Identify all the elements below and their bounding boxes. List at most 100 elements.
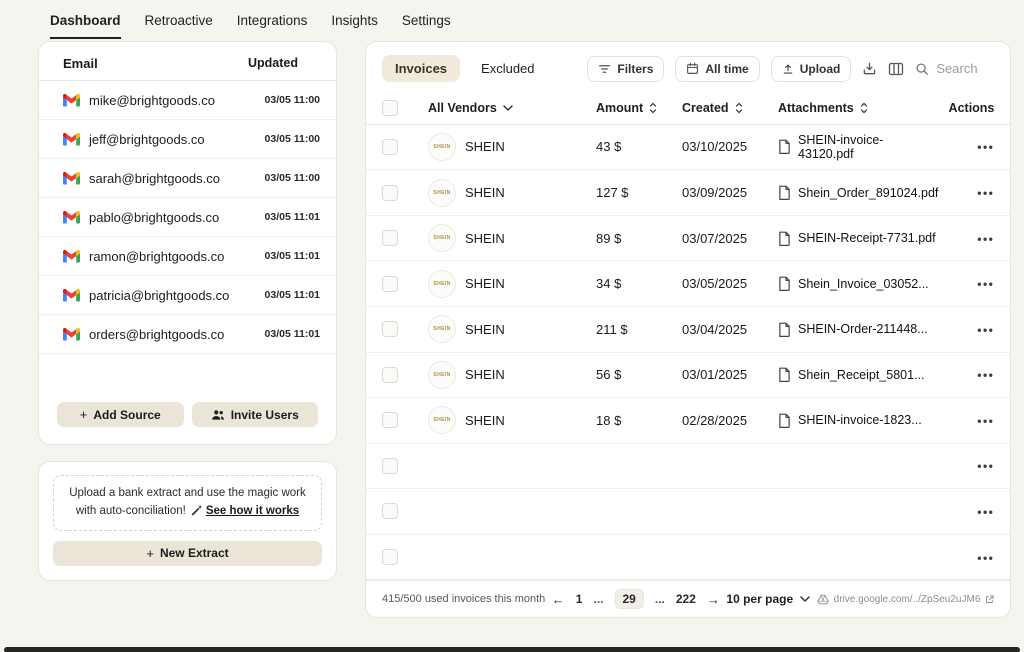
attachment-name[interactable]: Shein_Invoice_03052...: [798, 277, 929, 291]
row-actions-menu-icon[interactable]: •••: [977, 323, 994, 337]
chevron-down-icon: [800, 596, 810, 602]
header-amount[interactable]: Amount: [596, 101, 643, 115]
row-actions-menu-icon[interactable]: •••: [977, 368, 994, 382]
row-checkbox[interactable]: [382, 321, 398, 337]
new-extract-button[interactable]: + New Extract: [53, 541, 322, 566]
tab-excluded[interactable]: Excluded: [468, 55, 547, 82]
row-checkbox[interactable]: [382, 503, 398, 519]
vendor-name: SHEIN: [465, 185, 505, 200]
invoices-tabs: Invoices Excluded: [382, 55, 548, 82]
search-input[interactable]: [936, 61, 994, 76]
email-source-row[interactable]: sarah@brightgoods.co 03/05 11:00: [39, 159, 336, 198]
row-checkbox[interactable]: [382, 276, 398, 292]
invoice-row-empty[interactable]: •••: [366, 489, 1010, 535]
tab-retroactive[interactable]: Retroactive: [145, 13, 213, 39]
extract-upload-dropzone[interactable]: Upload a bank extract and use the magic …: [53, 475, 322, 531]
header-created[interactable]: Created: [682, 101, 729, 115]
row-actions-menu-icon[interactable]: •••: [977, 277, 994, 291]
next-page-arrow-icon[interactable]: →: [707, 592, 720, 607]
invoices-toolbar: Invoices Excluded Filters All time Uploa…: [366, 42, 1010, 92]
email-source-row[interactable]: mike@brightgoods.co 03/05 11:00: [39, 81, 336, 120]
email-source-row[interactable]: jeff@brightgoods.co 03/05 11:00: [39, 120, 336, 159]
row-checkbox[interactable]: [382, 139, 398, 155]
page-number[interactable]: 222: [676, 592, 696, 606]
header-vendors[interactable]: All Vendors: [428, 101, 497, 115]
import-tray-icon[interactable]: [862, 61, 877, 76]
source-updated: 03/05 11:01: [265, 211, 320, 223]
row-actions-menu-icon[interactable]: •••: [977, 232, 994, 246]
tab-dashboard[interactable]: Dashboard: [50, 13, 121, 39]
see-how-it-works-link[interactable]: See how it works: [206, 505, 299, 517]
invoice-row[interactable]: SHEINSHEIN 34 $ 03/05/2025 Shein_Invoice…: [366, 261, 1010, 307]
invoices-controls: Filters All time Upload: [587, 56, 994, 82]
invite-users-button[interactable]: Invite Users: [192, 402, 319, 427]
invoice-row-empty[interactable]: •••: [366, 535, 1010, 581]
source-email: pablo@brightgoods.co: [89, 210, 256, 225]
filters-button[interactable]: Filters: [587, 56, 664, 82]
email-source-row[interactable]: orders@brightgoods.co 03/05 11:01: [39, 315, 336, 354]
email-source-row[interactable]: patricia@brightgoods.co 03/05 11:01: [39, 276, 336, 315]
row-checkbox[interactable]: [382, 230, 398, 246]
row-actions-menu-icon[interactable]: •••: [977, 551, 994, 565]
row-actions-menu-icon[interactable]: •••: [977, 505, 994, 519]
current-page-number[interactable]: 29: [615, 589, 644, 609]
tab-integrations[interactable]: Integrations: [237, 13, 308, 39]
columns-icon[interactable]: [888, 62, 904, 76]
email-source-row[interactable]: ramon@brightgoods.co 03/05 11:01: [39, 237, 336, 276]
usage-counter: 415/500 used invoices this month: [382, 593, 545, 605]
source-updated: 03/05 11:00: [265, 172, 320, 184]
gmail-icon: [63, 327, 80, 341]
chevron-down-icon: [503, 105, 513, 111]
attachment-name[interactable]: SHEIN-invoice-1823...: [798, 413, 922, 427]
new-extract-label: New Extract: [160, 546, 229, 560]
row-checkbox[interactable]: [382, 185, 398, 201]
row-actions-menu-icon[interactable]: •••: [977, 140, 994, 154]
search-icon: [915, 62, 929, 76]
upload-label: Upload: [800, 62, 841, 76]
row-checkbox[interactable]: [382, 367, 398, 383]
vendor-logo-badge: SHEIN: [428, 315, 456, 343]
prev-page-arrow-icon[interactable]: ←: [552, 592, 565, 607]
select-all-checkbox[interactable]: [382, 100, 398, 116]
email-source-row[interactable]: pablo@brightgoods.co 03/05 11:01: [39, 198, 336, 237]
row-checkbox[interactable]: [382, 549, 398, 565]
row-actions-menu-icon[interactable]: •••: [977, 459, 994, 473]
attachment-name[interactable]: Shein_Order_891024.pdf: [798, 186, 938, 200]
row-actions-menu-icon[interactable]: •••: [977, 186, 994, 200]
add-source-label: Add Source: [93, 408, 160, 422]
drive-link[interactable]: drive.google.com/../ZpSeu2uJM6: [817, 594, 995, 605]
add-source-button[interactable]: + Add Source: [57, 402, 184, 427]
attachment-name[interactable]: SHEIN-invoice-43120.pdf: [798, 133, 938, 161]
page-number[interactable]: 1: [576, 592, 583, 606]
invoice-row[interactable]: SHEINSHEIN 89 $ 03/07/2025 SHEIN-Receipt…: [366, 216, 1010, 262]
row-checkbox[interactable]: [382, 458, 398, 474]
invoice-row[interactable]: SHEINSHEIN 56 $ 03/01/2025 Shein_Receipt…: [366, 353, 1010, 399]
row-checkbox[interactable]: [382, 412, 398, 428]
tab-settings[interactable]: Settings: [402, 13, 451, 39]
source-updated: 03/05 11:01: [265, 289, 320, 301]
pdf-file-icon: [778, 367, 791, 382]
tab-invoices[interactable]: Invoices: [382, 55, 460, 82]
drive-link-text: drive.google.com/../ZpSeu2uJM6: [834, 594, 981, 605]
header-attachments[interactable]: Attachments: [778, 101, 854, 115]
per-page-select[interactable]: 10 per page: [726, 592, 810, 606]
invoice-row[interactable]: SHEINSHEIN 127 $ 03/09/2025 Shein_Order_…: [366, 170, 1010, 216]
vendor-logo-badge: SHEIN: [428, 224, 456, 252]
sources-header: Email Updated: [39, 42, 336, 81]
all-time-button[interactable]: All time: [675, 56, 759, 82]
invoice-row[interactable]: SHEINSHEIN 43 $ 03/10/2025 SHEIN-invoice…: [366, 125, 1010, 171]
tab-insights[interactable]: Insights: [331, 13, 378, 39]
search-box: [915, 61, 994, 76]
source-email: ramon@brightgoods.co: [89, 249, 256, 264]
vendor-name: SHEIN: [465, 322, 505, 337]
attachment-name[interactable]: Shein_Receipt_5801...: [798, 368, 924, 382]
invoice-amount: 43 $: [596, 139, 682, 154]
invoice-row-empty[interactable]: •••: [366, 444, 1010, 490]
invoice-created: 03/07/2025: [682, 231, 778, 246]
attachment-name[interactable]: SHEIN-Receipt-7731.pdf: [798, 231, 936, 245]
attachment-name[interactable]: SHEIN-Order-211448...: [798, 322, 928, 336]
invoice-row[interactable]: SHEINSHEIN 211 $ 03/04/2025 SHEIN-Order-…: [366, 307, 1010, 353]
invoice-row[interactable]: SHEINSHEIN 18 $ 02/28/2025 SHEIN-invoice…: [366, 398, 1010, 444]
row-actions-menu-icon[interactable]: •••: [977, 414, 994, 428]
upload-button[interactable]: Upload: [771, 56, 852, 82]
